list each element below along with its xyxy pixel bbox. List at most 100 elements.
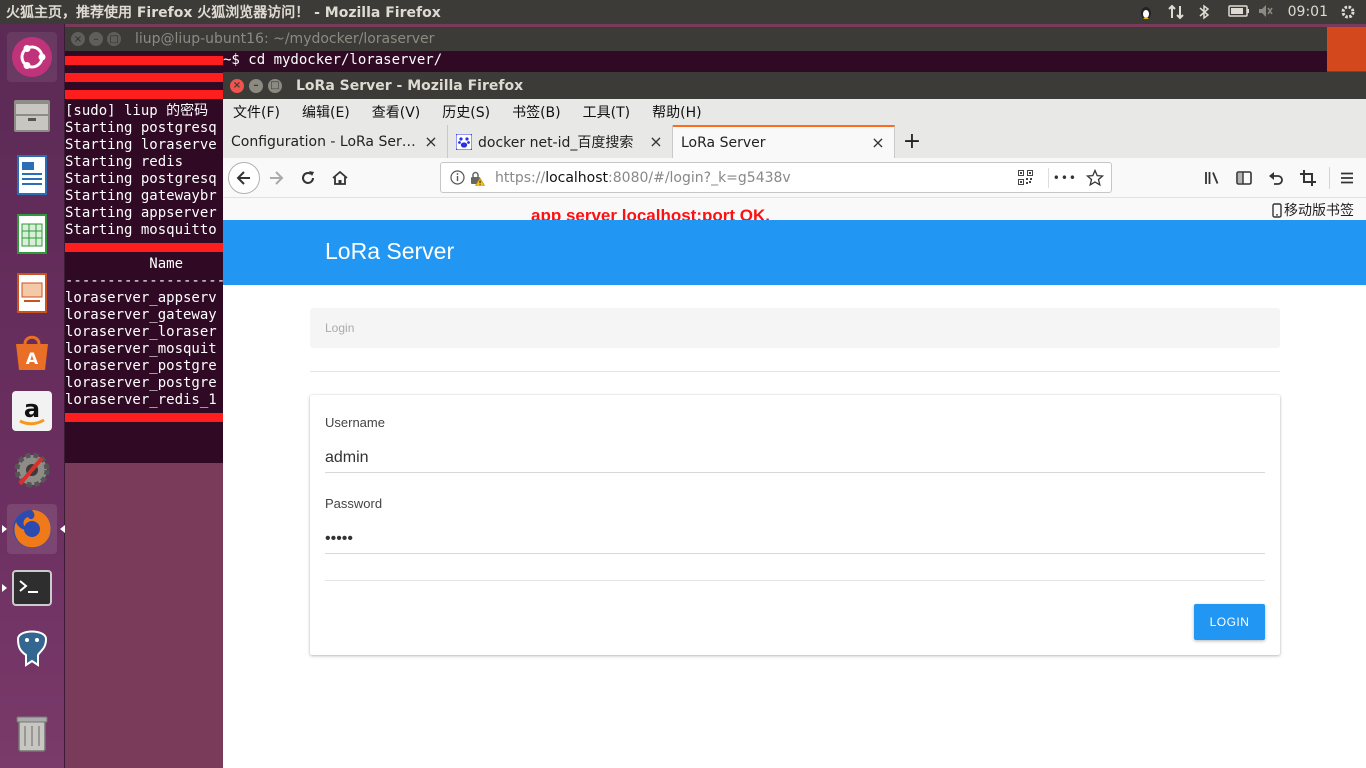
panel-indicators: 09:01 — [1138, 0, 1358, 24]
username-field[interactable] — [325, 443, 1265, 473]
tab-label: docker net-id_百度搜索 — [478, 134, 634, 151]
terminal-icon[interactable] — [2, 563, 57, 613]
terminal-titlebar[interactable]: × – □ liup@liup-ubunt16: ~/mydocker/lora… — [65, 27, 1327, 51]
menu-tools[interactable]: 工具(T) — [583, 102, 630, 122]
undo-icon — [1269, 172, 1283, 185]
tab-baidu-search[interactable]: docker net-id_百度搜索 × — [448, 125, 673, 158]
firefox-window[interactable]: × – □ LoRa Server - Mozilla Firefox 文件(F… — [223, 72, 1366, 768]
tux-icon[interactable] — [1138, 4, 1156, 20]
baidu-paw-icon — [456, 133, 472, 150]
network-icon[interactable] — [1167, 4, 1186, 20]
gear-icon[interactable] — [1340, 4, 1358, 20]
username-label: Username — [325, 415, 385, 430]
running-indicator — [2, 584, 7, 592]
redaction-mark — [65, 412, 223, 422]
menu-edit[interactable]: 编辑(E) — [302, 102, 350, 122]
terminal-line-text: loraserver_postgre — [65, 375, 217, 391]
menu-file[interactable]: 文件(F) — [233, 102, 280, 122]
screenshot-button[interactable] — [1292, 162, 1324, 194]
url-bar[interactable]: https://localhost:8080/#/login?_k=g5438v… — [440, 162, 1112, 193]
forward-button[interactable] — [260, 162, 292, 194]
reload-button[interactable] — [292, 162, 324, 194]
calc-icon[interactable] — [7, 209, 57, 259]
running-indicator — [2, 525, 7, 533]
new-tab-button[interactable]: + — [895, 125, 929, 158]
clock[interactable]: 09:01 — [1288, 4, 1328, 20]
writer-icon[interactable] — [7, 150, 57, 200]
url-text[interactable]: https://localhost:8080/#/login?_k=g5438v — [495, 170, 791, 186]
system-settings-icon[interactable] — [7, 445, 57, 495]
terminal-line-text: Name — [65, 256, 184, 272]
menu-bookmarks[interactable]: 书签(B) — [512, 102, 561, 122]
menu-history[interactable]: 历史(S) — [442, 102, 490, 122]
minimize-icon[interactable]: – — [249, 78, 263, 93]
terminal-title: liup@liup-ubunt16: ~/mydocker/loraserver — [135, 31, 435, 47]
close-icon[interactable]: × — [648, 132, 664, 151]
battery-icon[interactable] — [1227, 4, 1249, 20]
mobile-bookmarks-item[interactable]: 移动版书签 — [1272, 200, 1354, 220]
star-icon[interactable] — [1085, 168, 1105, 188]
postgres-icon[interactable] — [7, 622, 57, 672]
close-icon[interactable]: × — [71, 32, 85, 46]
impress-icon[interactable] — [7, 268, 57, 318]
volume-icon[interactable] — [1258, 4, 1276, 20]
back-button[interactable] — [228, 162, 260, 194]
toolbar-separator — [1329, 167, 1330, 189]
mobile-bookmarks-label: 移动版书签 — [1284, 203, 1354, 219]
tab-bar: Configuration - LoRa Server × docker net… — [223, 125, 1366, 158]
active-window-title: 火狐主页，推荐使用 Firefox 火狐浏览器访问！ - Mozilla Fir… — [6, 5, 441, 21]
qr-code-icon[interactable] — [1015, 168, 1035, 188]
firefox-icon[interactable] — [2, 504, 65, 554]
maximize-icon[interactable]: □ — [107, 32, 121, 46]
close-icon[interactable]: × — [423, 132, 439, 151]
login-button[interactable]: LOGIN — [1194, 604, 1265, 640]
top-panel: 火狐主页，推荐使用 Firefox 火狐浏览器访问！ - Mozilla Fir… — [0, 0, 1366, 24]
hamburger-icon — [1341, 172, 1353, 184]
url-path: :8080/#/login?_k=g5438v — [608, 169, 791, 186]
form-divider — [325, 580, 1265, 581]
hamburger-menu-button[interactable] — [1331, 162, 1363, 194]
maximize-icon[interactable]: □ — [268, 78, 282, 93]
trash-icon[interactable] — [7, 708, 57, 758]
redaction-mark — [65, 55, 223, 65]
files-icon[interactable] — [7, 91, 57, 141]
page-content: LoRa Server Login Username Password LOGI… — [223, 220, 1366, 768]
tab-label: LoRa Server — [681, 134, 766, 151]
menu-view[interactable]: 查看(V) — [372, 102, 421, 122]
firefox-titlebar[interactable]: × – □ LoRa Server - Mozilla Firefox — [223, 72, 1366, 99]
sidebar-button[interactable] — [1228, 162, 1260, 194]
terminal-line-text: Starting appserver — [65, 205, 217, 221]
bluetooth-icon[interactable] — [1198, 4, 1216, 20]
minimize-icon[interactable]: – — [89, 32, 103, 46]
terminal-line-text: loraserver_appserv — [65, 290, 217, 306]
amazon-icon[interactable]: a — [7, 386, 57, 436]
terminal-line-text: ~$ cd mydocker/loraserver/ — [223, 52, 443, 68]
insecure-lock-icon[interactable] — [467, 168, 487, 188]
software-center-icon[interactable]: A — [7, 327, 57, 377]
menu-bar: 文件(F) 编辑(E) 查看(V) 历史(S) 书签(B) 工具(T) 帮助(H… — [223, 99, 1366, 125]
password-field[interactable] — [325, 524, 1265, 554]
terminal-line-text: -------------------- — [65, 273, 234, 289]
ubuntu-dash-icon[interactable] — [7, 32, 57, 82]
tab-label: Configuration - LoRa Server — [231, 133, 423, 150]
info-icon[interactable] — [447, 168, 467, 188]
home-button[interactable] — [324, 162, 356, 194]
background-window-edge — [1327, 27, 1366, 71]
terminal-line-text: Starting postgresq — [65, 171, 217, 187]
terminal-line-text: loraserver_mosquit — [65, 341, 217, 357]
library-button[interactable] — [1196, 162, 1228, 194]
page-actions-menu[interactable]: ••• — [1053, 171, 1077, 185]
terminal-line-text: loraserver_loraser — [65, 324, 217, 340]
tab-lora-server[interactable]: LoRa Server × — [673, 125, 895, 158]
reload-icon — [302, 171, 314, 184]
app-title[interactable]: LoRa Server — [325, 238, 454, 265]
sidebar-icon — [1236, 171, 1252, 185]
close-icon[interactable]: × — [870, 133, 886, 152]
forward-arrow-icon — [270, 171, 284, 185]
menu-help[interactable]: 帮助(H) — [652, 102, 701, 122]
tab-configuration[interactable]: Configuration - LoRa Server × — [223, 125, 448, 158]
undo-button[interactable] — [1260, 162, 1292, 194]
back-arrow-icon — [236, 171, 250, 185]
terminal-line-text: loraserver_gateway — [65, 307, 217, 323]
close-icon[interactable]: × — [230, 78, 244, 93]
